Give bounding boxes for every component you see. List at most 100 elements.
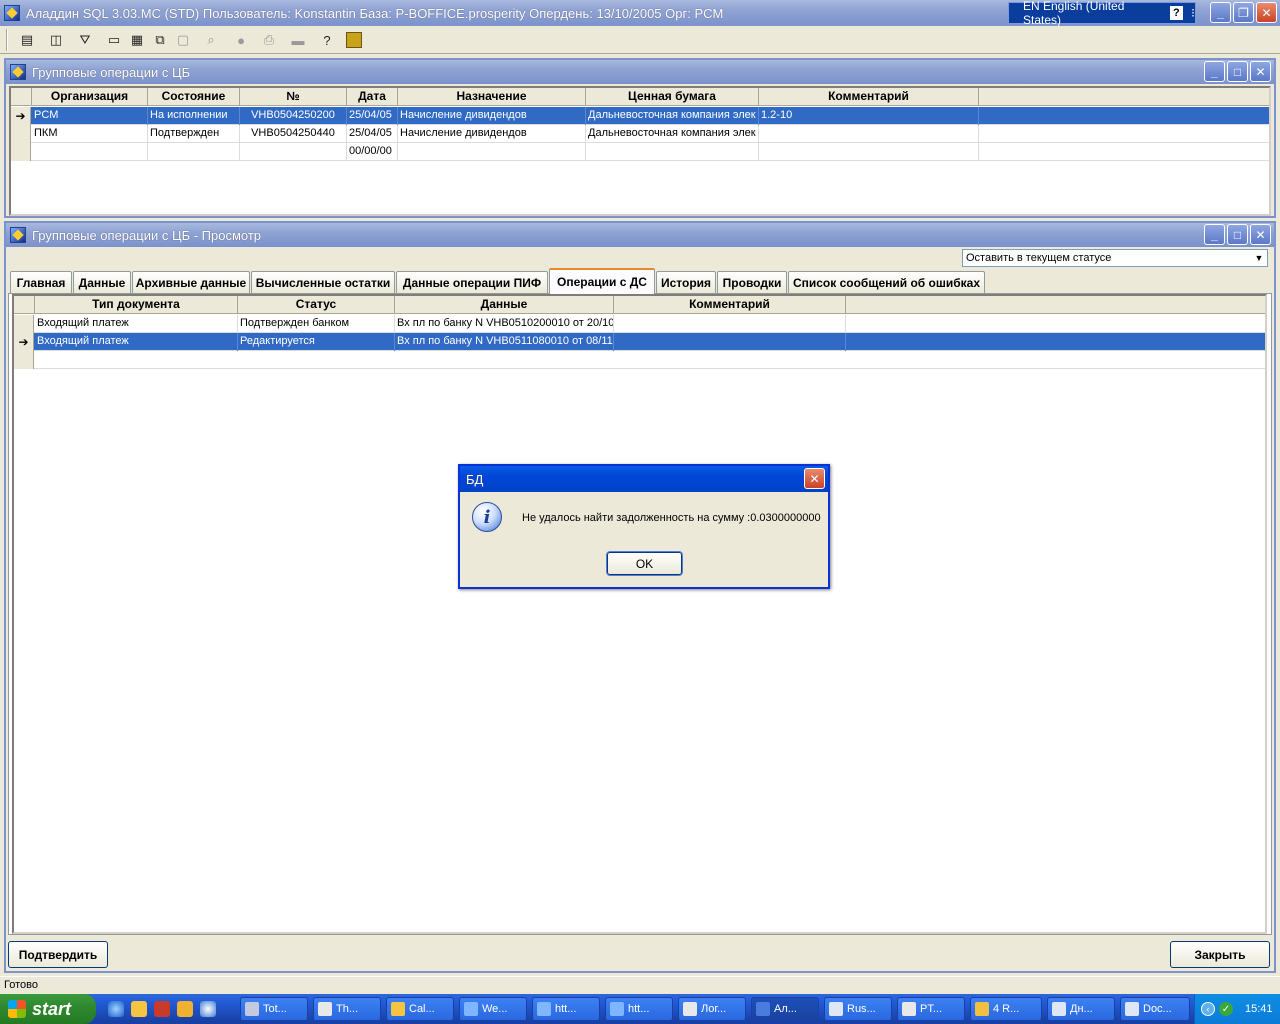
task-item[interactable]: Doc... (1120, 997, 1190, 1021)
binoculars-icon[interactable]: ⌕ (201, 30, 221, 50)
window-icon[interactable]: ▭ (104, 30, 124, 50)
column-header-security[interactable]: Ценная бумага (586, 88, 759, 106)
window2-maximize-button[interactable]: □ (1227, 224, 1248, 245)
start-button[interactable]: start (0, 994, 96, 1024)
outlook-icon[interactable] (131, 1001, 147, 1017)
window1-maximize-button[interactable]: □ (1227, 61, 1248, 82)
ie-icon (610, 1002, 624, 1016)
language-bar[interactable]: EN English (United States) ? ⁝ (1008, 0, 1196, 27)
task-item[interactable]: Rus... (824, 997, 892, 1021)
word-icon (1052, 1002, 1066, 1016)
ie-icon[interactable] (108, 1001, 124, 1017)
column-header-data[interactable]: Данные (395, 296, 614, 314)
task-item[interactable]: Tot... (240, 997, 308, 1021)
browser-icon[interactable] (200, 1001, 216, 1017)
tab-main[interactable]: Главная (10, 271, 72, 293)
stop-icon[interactable]: ● (231, 30, 251, 50)
cell-document-type: Входящий платеж (35, 315, 238, 333)
task-item[interactable]: Th... (313, 997, 381, 1021)
help-question-icon[interactable]: ? (317, 30, 337, 50)
tools-icon[interactable] (177, 1001, 193, 1017)
cell-comment (759, 143, 979, 161)
export-icon[interactable]: ▬ (288, 30, 308, 50)
help-icon[interactable]: ? (1169, 6, 1184, 20)
security-check-icon[interactable]: ✓ (1219, 1002, 1233, 1016)
chevron-down-icon[interactable]: ▼ (1251, 250, 1267, 266)
table-row[interactable] (14, 351, 1265, 369)
task-item[interactable]: Cal... (386, 997, 454, 1021)
column-header-state[interactable]: Состояние (148, 88, 240, 106)
operations-grid[interactable]: Организация Состояние № Дата Назначение … (9, 86, 1271, 216)
word-icon (1125, 1002, 1139, 1016)
cascade-icon[interactable]: ⧉ (150, 30, 170, 50)
column-header-document-type[interactable]: Тип документа (35, 296, 238, 314)
tile-icon[interactable]: ▦ (127, 30, 147, 50)
app-restore-button[interactable]: ❐ (1233, 2, 1254, 23)
calendar-icon (391, 1002, 405, 1016)
tab-postings[interactable]: Проводки (717, 271, 787, 293)
tab-data[interactable]: Данные (73, 271, 131, 293)
task-item[interactable]: Лог... (678, 997, 746, 1021)
cell-date: 25/04/05 (347, 107, 398, 125)
confirm-button[interactable]: Подтвердить (8, 941, 108, 968)
status-select[interactable]: Оставить в текущем статусе ▼ (962, 249, 1268, 267)
tray-expand-icon[interactable]: ‹ (1201, 1002, 1215, 1016)
app-minimize-button[interactable]: _ (1210, 2, 1231, 23)
window2-close-button[interactable]: ✕ (1250, 224, 1271, 245)
database-icon[interactable]: ◫ (46, 30, 66, 50)
cell-data: Вх пл по банку N VHB0511080010 от 08/11 (395, 333, 614, 351)
task-item-active[interactable]: Ал... (751, 997, 819, 1021)
document-icon[interactable]: ▤ (17, 30, 37, 50)
status-text: Готово (4, 979, 38, 991)
ok-button[interactable]: OK (606, 551, 683, 576)
column-header-comment[interactable]: Комментарий (614, 296, 846, 314)
dialog-titlebar[interactable]: БД (460, 466, 828, 492)
clock[interactable]: 15:41 (1245, 1003, 1273, 1015)
filter-icon[interactable]: ⛛ (75, 30, 95, 50)
window2-titlebar[interactable]: Групповые операции с ЦБ - Просмотр (6, 223, 1274, 247)
arrange-icon[interactable]: ▢ (173, 30, 193, 50)
grid-indicator-header (11, 88, 32, 106)
cell-number: VHB0504250440 (240, 125, 347, 143)
task-item[interactable]: We... (459, 997, 527, 1021)
table-row[interactable]: ПКМ Подтвержден VHB0504250440 25/04/05 Н… (11, 125, 1269, 143)
window1-titlebar[interactable]: Групповые операции с ЦБ (6, 60, 1274, 84)
aladdin-icon (756, 1002, 770, 1016)
task-item[interactable]: PT... (897, 997, 965, 1021)
app-icon (902, 1002, 916, 1016)
window1-minimize-button[interactable]: _ (1204, 61, 1225, 82)
table-row[interactable]: ➔ Входящий платеж Редактируется Вх пл по… (14, 333, 1265, 351)
window1-close-button[interactable]: ✕ (1250, 61, 1271, 82)
statusbar: Готово (0, 976, 1280, 994)
task-item[interactable]: htt... (532, 997, 600, 1021)
column-header-number[interactable]: № (240, 88, 347, 106)
tab-archive-data[interactable]: Архивные данные (132, 271, 250, 293)
cell-security: Дальневосточная компания элек (586, 107, 759, 125)
table-row[interactable]: ➔ PCM На исполнении VHB0504250200 25/04/… (11, 107, 1269, 125)
column-header-purpose[interactable]: Назначение (398, 88, 586, 106)
media-icon[interactable] (154, 1001, 170, 1017)
dialog-close-button[interactable]: ✕ (804, 468, 825, 489)
tab-computed-balances[interactable]: Вычисленные остатки (251, 271, 395, 293)
tab-history[interactable]: История (656, 271, 716, 293)
close-button[interactable]: Закрыть (1170, 941, 1270, 968)
task-item[interactable]: 4 R... (970, 997, 1042, 1021)
column-header-status[interactable]: Статус (238, 296, 395, 314)
app-icon (4, 5, 20, 21)
task-item[interactable]: Дн... (1047, 997, 1115, 1021)
print-icon[interactable]: ⎙ (259, 30, 279, 50)
column-header-date[interactable]: Дата (347, 88, 398, 106)
exit-icon[interactable] (346, 32, 362, 48)
app-close-button[interactable]: ✕ (1256, 2, 1277, 23)
column-header-comment[interactable]: Комментарий (759, 88, 979, 106)
language-options-icon[interactable]: ⁝ (1191, 6, 1195, 20)
cash-operations-grid[interactable]: Тип документа Статус Данные Комментарий … (12, 294, 1267, 934)
tab-fund-operation-data[interactable]: Данные операции ПИФ (396, 271, 548, 293)
tab-cash-operations[interactable]: Операции с ДС (549, 268, 655, 294)
tab-error-messages[interactable]: Список сообщений об ошибках (788, 271, 985, 293)
window2-minimize-button[interactable]: _ (1204, 224, 1225, 245)
table-row[interactable]: 00/00/00 (11, 143, 1269, 161)
table-row[interactable]: Входящий платеж Подтвержден банком Вх пл… (14, 315, 1265, 333)
task-item[interactable]: htt... (605, 997, 673, 1021)
column-header-organization[interactable]: Организация (32, 88, 148, 106)
